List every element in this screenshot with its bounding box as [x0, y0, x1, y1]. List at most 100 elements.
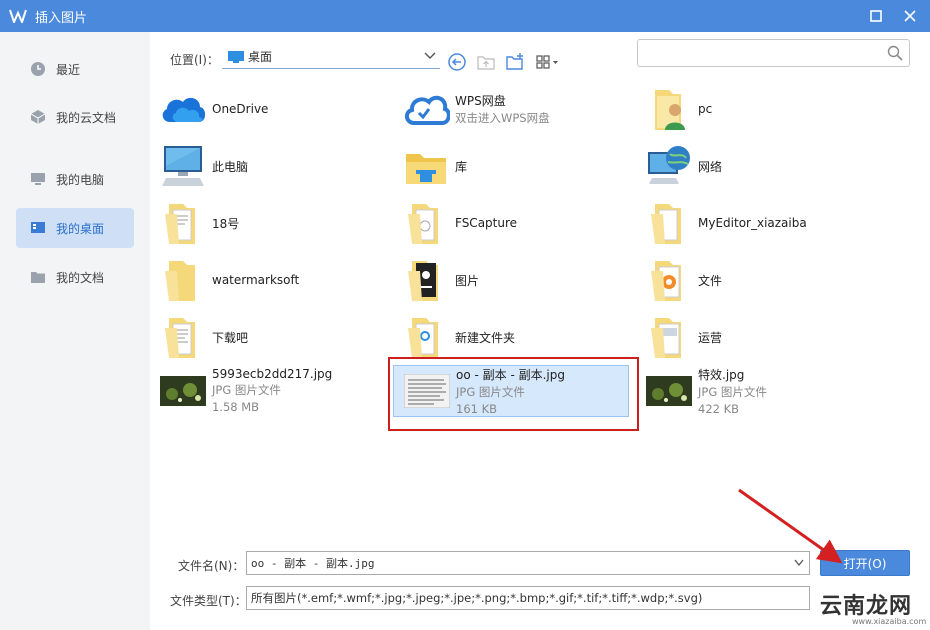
file-item-pc[interactable]: pc — [636, 83, 872, 135]
file-type: JPG 图片文件 — [698, 384, 767, 399]
clock-icon — [31, 62, 45, 76]
onedrive-icon — [162, 97, 206, 122]
file-name: 网络 — [698, 159, 723, 174]
location-dropdown[interactable]: 桌面 — [222, 45, 440, 69]
file-description: 双击进入WPS网盘 — [455, 111, 550, 125]
search-box[interactable] — [637, 39, 910, 67]
file-name: MyEditor_xiazaiba — [698, 216, 807, 230]
filetype-select[interactable]: 所有图片(*.emf;*.wmf;*.jpg;*.jpeg;*.jpe;*.pn… — [246, 586, 810, 610]
file-name: 5993ecb2dd217.jpg — [212, 367, 333, 381]
file-name: pc — [698, 102, 713, 116]
file-grid: OneDrive WPS网盘 双击进入WPS网盘 pc 此电脑 库 网络 18号 … — [150, 82, 930, 530]
view-mode-icon[interactable] — [535, 52, 561, 72]
file-name: 18号 — [212, 216, 240, 231]
sidebar-item-label: 我的电脑 — [56, 172, 105, 187]
user-folder-icon — [655, 90, 685, 130]
file-item-watermarksoft[interactable]: watermarksoft — [150, 254, 386, 306]
file-item-folder-18[interactable]: 18号 — [150, 197, 386, 249]
image-thumb-icon — [160, 376, 206, 406]
location-label: 位置(I)： — [170, 53, 219, 67]
file-item-xiazaiba[interactable]: 下载吧 — [150, 311, 386, 363]
highlight-box — [388, 357, 639, 431]
file-item-onedrive[interactable]: OneDrive — [150, 83, 386, 135]
file-size: 422 KB — [698, 401, 740, 416]
file-name: 特效.jpg — [698, 367, 745, 382]
file-item-this-pc[interactable]: 此电脑 — [150, 140, 386, 192]
sidebar-item-cloud-docs[interactable]: 我的云文档 — [16, 97, 134, 137]
sidebar-item-label: 我的桌面 — [56, 221, 105, 236]
close-icon[interactable] — [902, 8, 918, 24]
filename-input[interactable] — [247, 552, 787, 574]
file-item-myeditor[interactable]: MyEditor_xiazaiba — [636, 197, 872, 249]
filename-label: 文件名(N)： — [178, 559, 245, 573]
computer-icon — [162, 146, 204, 186]
folder-icon — [165, 318, 195, 358]
file-item-operations[interactable]: 运营 — [636, 311, 872, 363]
sidebar-item-my-documents[interactable]: 我的文档 — [16, 257, 134, 297]
toolbar: 位置(I)： 桌面 — [150, 32, 930, 82]
file-name: 图片 — [455, 273, 480, 288]
folder-icon — [408, 204, 438, 244]
sidebar-item-label: 最近 — [56, 62, 81, 77]
file-item-new-folder[interactable]: 新建文件夹 — [393, 311, 629, 363]
open-button-label: 打开(O) — [843, 556, 887, 571]
sidebar-item-my-desktop[interactable]: 我的桌面 — [16, 208, 134, 248]
file-name: watermarksoft — [212, 273, 300, 287]
file-item-fscapture[interactable]: FSCapture — [393, 197, 629, 249]
file-type: JPG 图片文件 — [212, 383, 281, 397]
file-name: 文件 — [698, 273, 723, 288]
desktop-icon — [31, 222, 45, 233]
file-item-files[interactable]: 文件 — [636, 254, 872, 306]
monitor-icon — [31, 173, 45, 185]
watermark-url: www.xiazaiba.com — [852, 617, 927, 626]
file-item-pictures[interactable]: 图片 — [393, 254, 629, 306]
file-name: 此电脑 — [212, 159, 249, 174]
sidebar-item-label: 我的云文档 — [56, 110, 117, 125]
folder-icon — [165, 261, 195, 301]
window-title: 插入图片 — [35, 10, 88, 26]
folder-doc-icon — [651, 261, 681, 301]
file-name: 下载吧 — [212, 330, 249, 345]
sidebar-item-my-computer[interactable]: 我的电脑 — [16, 159, 134, 199]
library-icon — [406, 154, 446, 184]
file-size: 1.58 MB — [212, 400, 260, 414]
maximize-icon[interactable] — [868, 8, 884, 24]
location-value: 桌面 — [248, 50, 273, 64]
file-name: 新建文件夹 — [455, 330, 516, 345]
sidebar-item-recent[interactable]: 最近 — [16, 49, 134, 89]
new-folder-icon[interactable] — [505, 52, 525, 72]
sidebar-item-label: 我的文档 — [56, 270, 105, 285]
watermark-text: 云南龙网 — [820, 594, 913, 619]
wps-logo-icon — [9, 9, 27, 23]
cube-icon — [30, 110, 46, 124]
desktop-icon — [228, 50, 244, 63]
network-icon — [648, 146, 690, 184]
filename-combo[interactable] — [246, 551, 810, 575]
folder-icon — [165, 204, 195, 244]
title-bar: 插入图片 — [0, 0, 930, 32]
file-item-effects[interactable]: 特效.jpg JPG 图片文件 422 KB — [636, 365, 872, 417]
search-input[interactable] — [638, 40, 878, 66]
file-name: FSCapture — [455, 216, 518, 230]
folder-icon — [651, 204, 681, 244]
annotation-arrow-icon — [738, 488, 843, 564]
filetype-label: 文件类型(T)： — [170, 594, 247, 608]
folder-icon — [408, 318, 438, 358]
search-icon — [887, 45, 903, 61]
file-item-network[interactable]: 网络 — [636, 140, 872, 192]
image-thumb-icon — [646, 376, 692, 406]
back-icon[interactable] — [447, 52, 467, 72]
wps-cloud-icon — [405, 95, 450, 125]
file-item-library[interactable]: 库 — [393, 140, 629, 192]
folder-icon — [651, 318, 681, 358]
file-name: WPS网盘 — [455, 94, 506, 108]
folder-icon — [31, 272, 45, 283]
file-item-wps-cloud[interactable]: WPS网盘双击进入WPS网盘 — [393, 83, 629, 135]
sidebar: 最近 我的云文档 我的电脑 我的桌面 我的文档 — [0, 32, 150, 630]
file-name: 库 — [455, 159, 468, 174]
file-name: OneDrive — [212, 102, 269, 116]
folder-image-icon — [408, 261, 438, 301]
file-name: 运营 — [698, 330, 723, 345]
file-item-image-5993[interactable]: 5993ecb2dd217.jpg JPG 图片文件 1.58 MB — [150, 365, 386, 417]
up-folder-icon[interactable] — [476, 52, 496, 72]
